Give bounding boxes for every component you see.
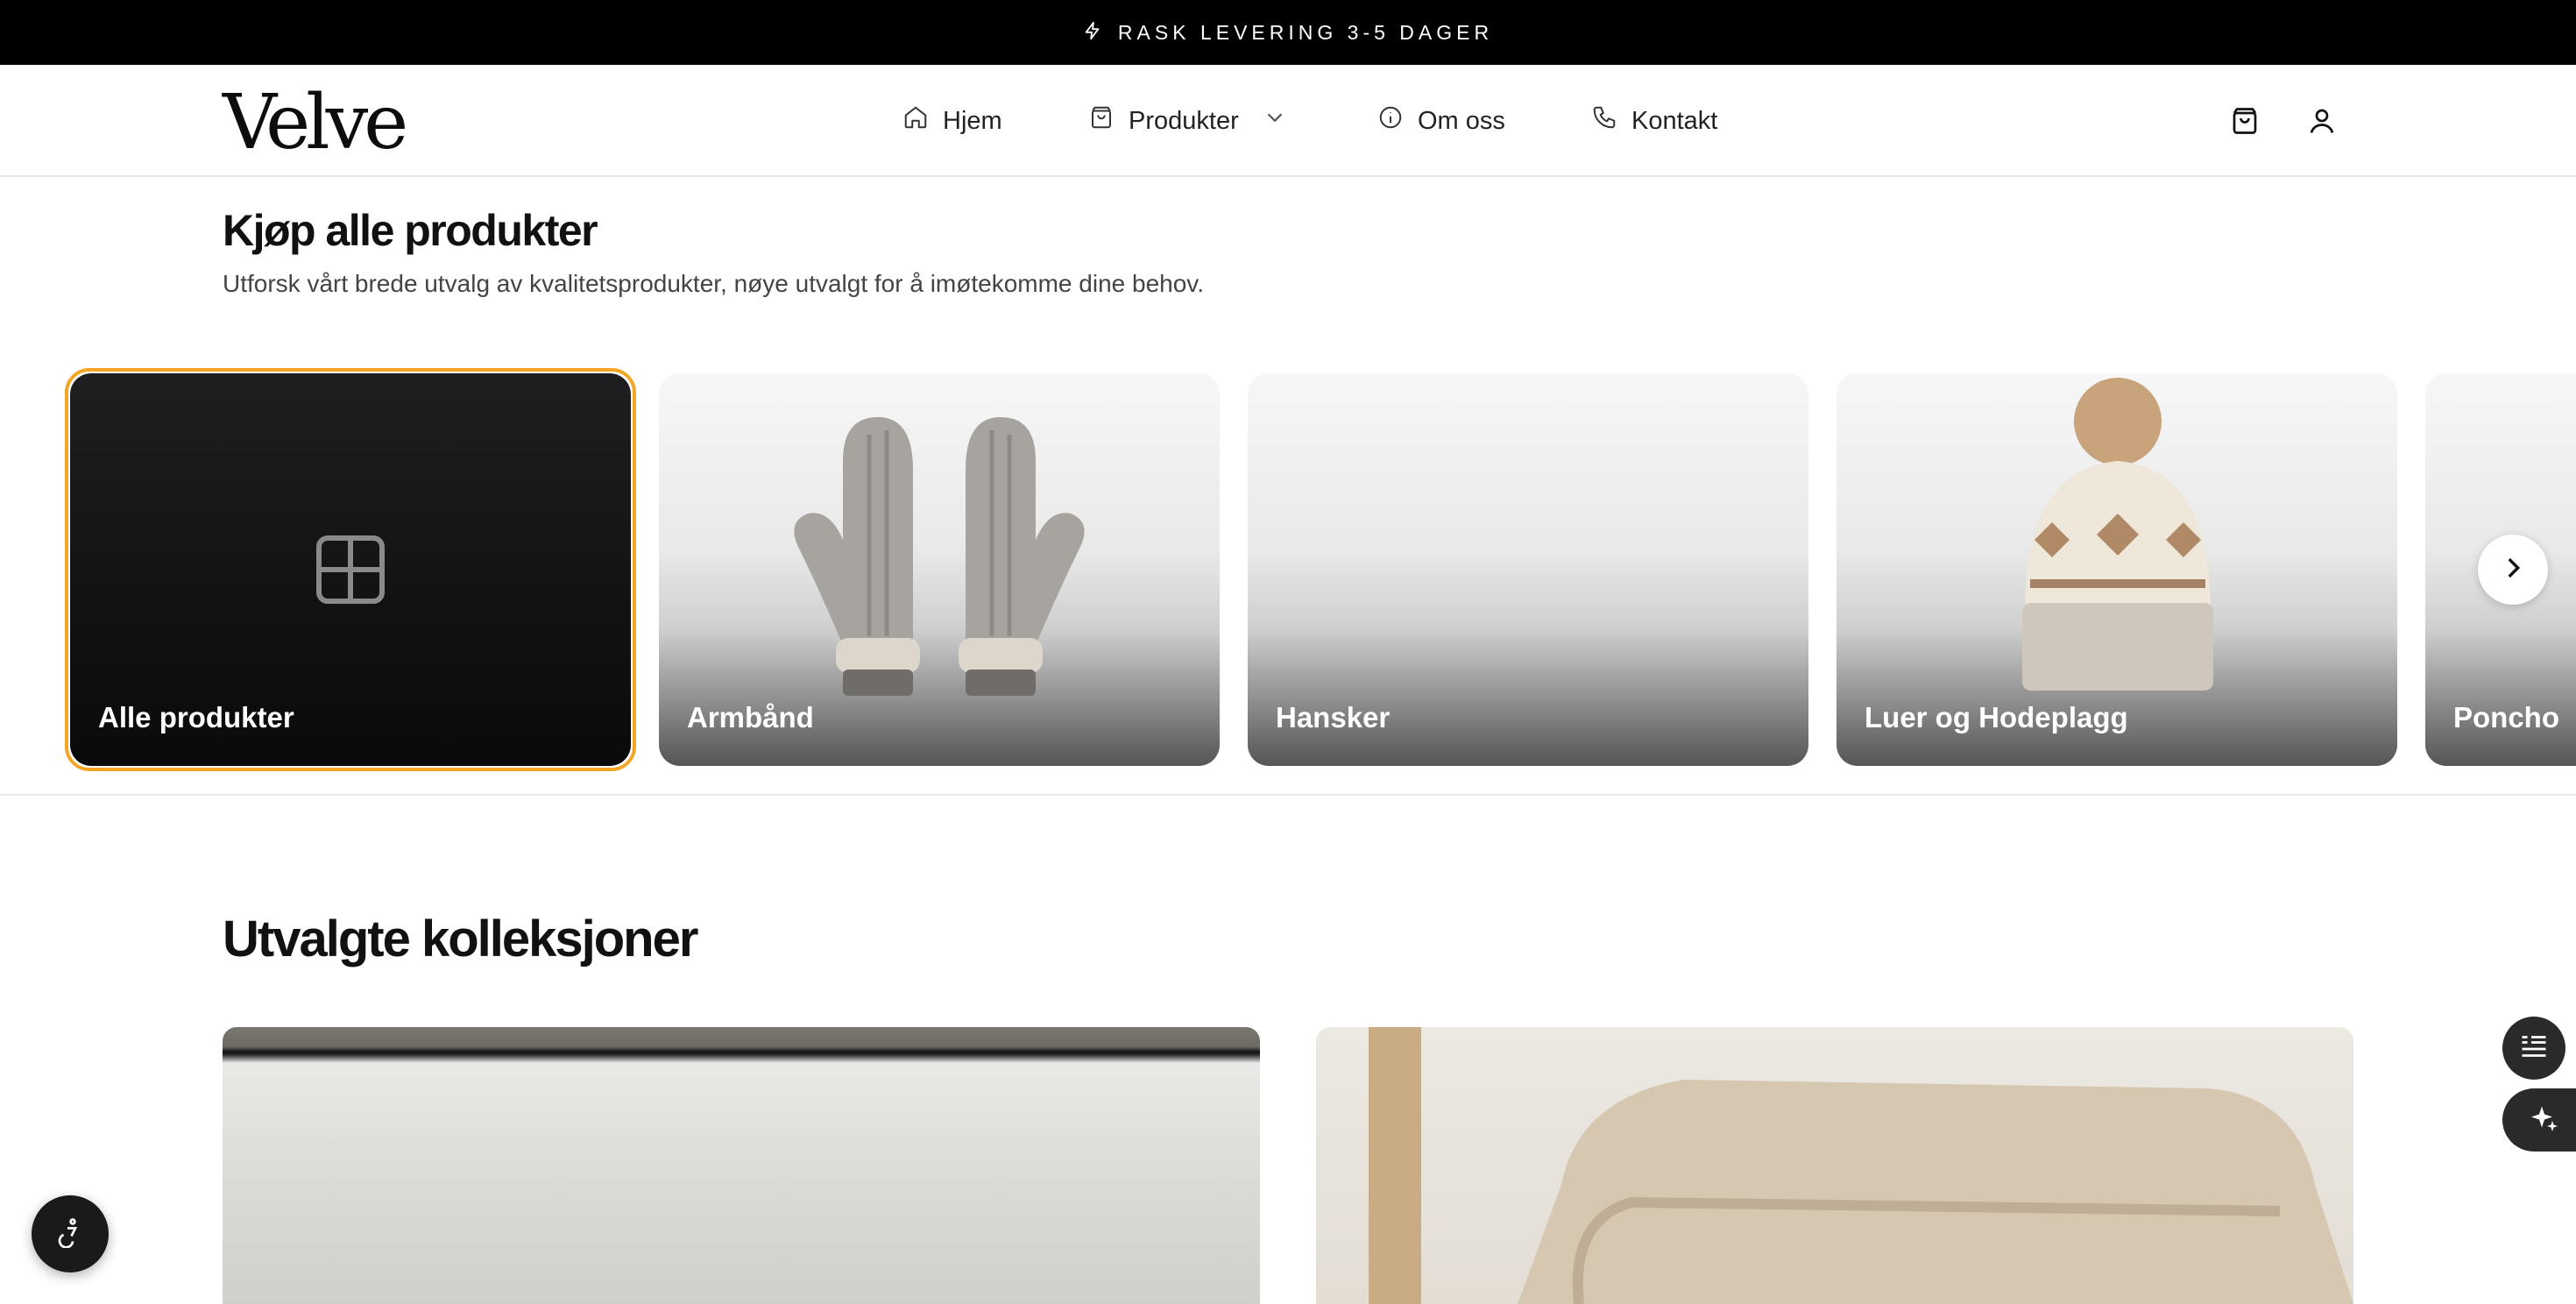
collection-card[interactable] [223, 1027, 1260, 1304]
site-header: Velve Hjem Produkter Om oss Kontakt [0, 65, 2576, 177]
category-label: Armbånd [687, 701, 814, 734]
announcement-text: RASK LEVERING 3-5 DAGER [1117, 20, 1494, 44]
beanie-image [2022, 378, 2213, 691]
chevron-down-icon[interactable] [1262, 104, 1288, 138]
nav-label: Hjem [943, 106, 1002, 135]
nav-item-kontakt[interactable]: Kontakt [1591, 104, 1717, 138]
nav-item-hjem[interactable]: Hjem [902, 104, 1002, 138]
nav-item-produkter[interactable]: Produkter [1088, 104, 1288, 138]
accessibility-button[interactable] [32, 1195, 109, 1272]
carousel-next-button[interactable] [2478, 535, 2548, 605]
category-card-alle-produkter[interactable]: Alle produkter [70, 373, 631, 766]
category-label: Poncho [2453, 701, 2559, 734]
category-label: Luer og Hodeplagg [1865, 701, 2128, 734]
bolt-icon [1083, 21, 1102, 45]
category-card-luer-og-hodeplagg[interactable]: Luer og Hodeplagg [1836, 373, 2397, 766]
category-label: Hansker [1276, 701, 1391, 734]
nav-item-om-oss[interactable]: Om oss [1377, 104, 1505, 138]
phone-icon [1591, 104, 1617, 138]
page-subtitle: Utforsk vårt brede utvalg av kvalitetspr… [223, 270, 1204, 297]
logo[interactable]: Velve [223, 79, 408, 167]
cart-icon[interactable] [2229, 105, 2261, 137]
quote-list-icon [2518, 1031, 2550, 1067]
section-divider [0, 794, 2576, 796]
ai-assistant-button[interactable] [2502, 1088, 2576, 1152]
accessibility-icon [54, 1216, 86, 1252]
nav-label: Kontakt [1631, 106, 1718, 135]
collection-card[interactable] [1316, 1027, 2353, 1304]
category-label: Alle produkter [98, 701, 294, 734]
folded-sweater-image [1369, 1027, 2353, 1304]
announcement-bar: RASK LEVERING 3-5 DAGER [0, 0, 2576, 65]
chevron-right-icon [2498, 553, 2528, 587]
nav-label: Produkter [1129, 106, 1239, 135]
category-card-hansker[interactable]: Hansker [1248, 373, 1808, 766]
page-title: Kjøp alle produkter [223, 206, 598, 255]
category-card-armband[interactable]: Armbånd [659, 373, 1220, 766]
reviews-button[interactable] [2502, 1017, 2565, 1080]
info-icon [1377, 104, 1404, 138]
home-icon [902, 104, 929, 138]
collections-title: Utvalgte kolleksjoner [223, 911, 698, 967]
mittens-image [794, 417, 1085, 696]
grid-icon [316, 535, 385, 604]
user-icon[interactable] [2306, 105, 2338, 137]
nav-label: Om oss [1418, 106, 1505, 135]
sparkles-icon [2529, 1102, 2560, 1138]
shopping-bag-icon [1088, 104, 1115, 138]
